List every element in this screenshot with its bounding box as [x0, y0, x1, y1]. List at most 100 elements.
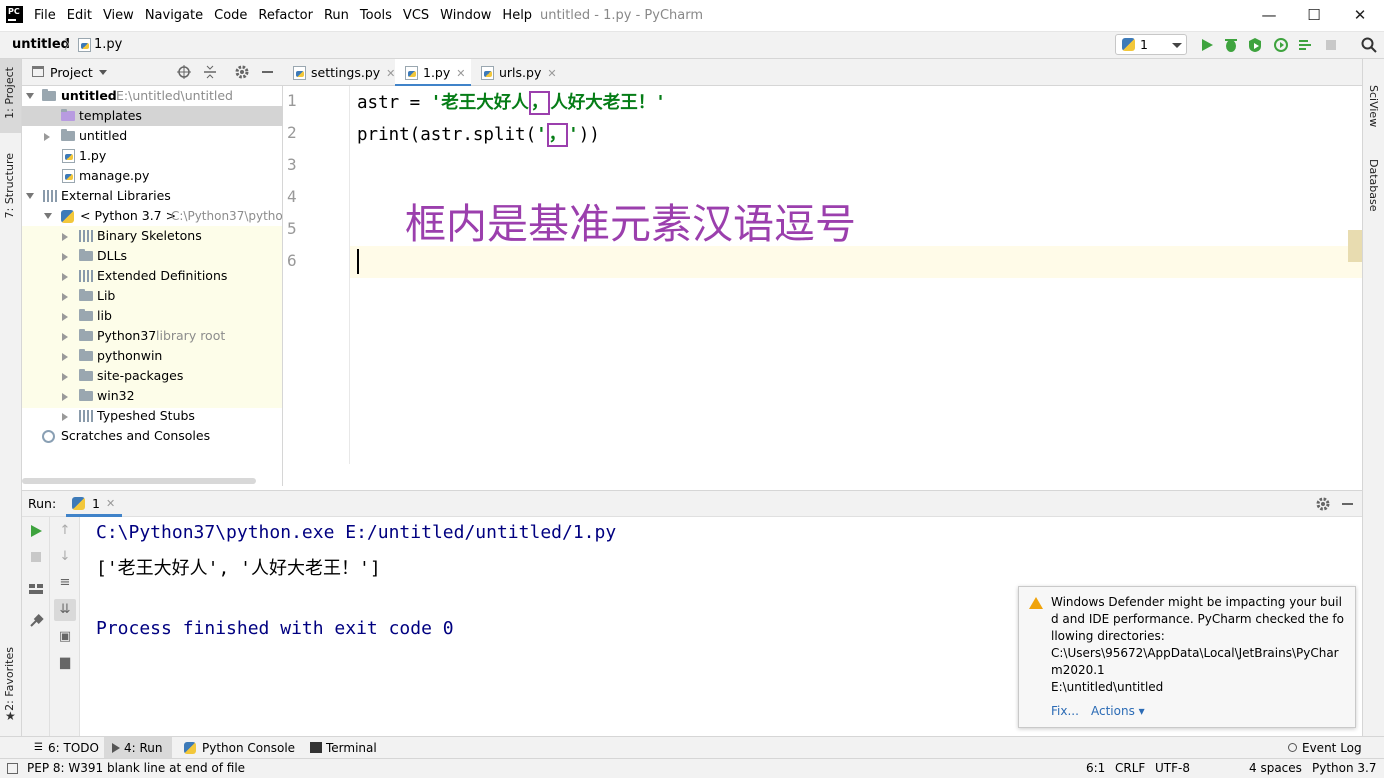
- menu-run[interactable]: Run: [324, 0, 349, 32]
- editor-gutter: 1 2 3 4 5 6: [283, 86, 350, 464]
- tree-item-pythonwin[interactable]: pythonwin: [22, 346, 283, 366]
- tree-item-python37-sdk[interactable]: < Python 3.7 > C:\Python37\python: [22, 206, 290, 226]
- status-message[interactable]: PEP 8: W391 blank line at end of file: [27, 759, 245, 778]
- tree-item-untitled[interactable]: untitled: [22, 126, 283, 146]
- hide-panel-icon[interactable]: [1342, 503, 1353, 505]
- profile-icon[interactable]: [1272, 36, 1290, 54]
- run-configuration-select[interactable]: 1: [1115, 34, 1187, 55]
- menu-vcs[interactable]: VCS: [403, 0, 429, 32]
- close-icon[interactable]: ✕: [547, 67, 556, 80]
- console-line: Process finished with exit code 0: [96, 618, 454, 639]
- python-file-icon: [78, 38, 91, 52]
- tool-tab-structure[interactable]: 7: Structure: [3, 153, 16, 218]
- menu-edit[interactable]: Edit: [67, 0, 92, 32]
- tool-tab-favorites[interactable]: 2: Favorites: [3, 647, 16, 711]
- pin-icon[interactable]: [28, 613, 44, 629]
- fix-link[interactable]: Fix...: [1051, 704, 1079, 718]
- status-indent[interactable]: 4 spaces: [1249, 759, 1302, 778]
- tree-item-binary-skeletons[interactable]: Binary Skeletons: [22, 226, 283, 246]
- debug-icon[interactable]: [1222, 36, 1240, 54]
- run-icon[interactable]: [1198, 36, 1216, 54]
- collapse-all-icon[interactable]: [202, 64, 218, 80]
- arrow-down-icon[interactable]: ↓: [57, 549, 73, 565]
- tab-settings-py[interactable]: settings.py ✕: [283, 59, 395, 86]
- tool-tab-database[interactable]: Database: [1367, 159, 1380, 212]
- gear-icon[interactable]: [1315, 496, 1331, 512]
- close-icon[interactable]: ✕: [106, 491, 115, 516]
- tree-item-manage-py[interactable]: manage.py: [22, 166, 283, 186]
- tree-item-lib-lower[interactable]: lib: [22, 306, 283, 326]
- run-with-coverage-icon[interactable]: [1246, 36, 1264, 54]
- tool-tab-run[interactable]: 4: Run: [104, 737, 172, 759]
- tool-tab-terminal[interactable]: Terminal: [306, 737, 386, 759]
- tree-item-win32[interactable]: win32: [22, 386, 283, 406]
- tool-tab-project[interactable]: 1: Project: [3, 67, 16, 119]
- scroll-to-end-toggle[interactable]: ⇊: [54, 599, 76, 621]
- editor-scroll-marker[interactable]: [1348, 230, 1362, 262]
- tree-item-1py[interactable]: 1.py: [22, 146, 283, 166]
- status-caret-position[interactable]: 6:1: [1086, 759, 1105, 778]
- tree-item-templates[interactable]: templates: [22, 106, 283, 126]
- soft-wrap-icon[interactable]: ≡: [57, 575, 73, 591]
- python-icon: [72, 497, 85, 510]
- line-number: 6: [287, 251, 297, 270]
- layout-icon[interactable]: [28, 581, 44, 597]
- tree-item-untitled-root[interactable]: untitled E:\untitled\untitled: [22, 86, 283, 106]
- menu-help[interactable]: Help: [502, 0, 532, 32]
- tool-tab-sciview[interactable]: SciView: [1367, 85, 1380, 127]
- notification-text: Windows Defender might be impacting your…: [1051, 595, 1344, 694]
- tree-item-extended-definitions[interactable]: Extended Definitions: [22, 266, 283, 286]
- tree-item-external-libraries[interactable]: External Libraries: [22, 186, 283, 206]
- chevron-down-icon[interactable]: [99, 70, 107, 75]
- concurrency-icon[interactable]: [1297, 36, 1315, 54]
- close-window-button[interactable]: ✕: [1337, 0, 1383, 31]
- status-line-separator[interactable]: CRLF: [1115, 759, 1145, 778]
- actions-link[interactable]: Actions ▾: [1091, 704, 1145, 718]
- project-panel-title[interactable]: Project: [50, 59, 93, 86]
- tree-item-site-packages[interactable]: site-packages: [22, 366, 283, 386]
- horizontal-scrollbar[interactable]: [22, 478, 256, 484]
- status-interpreter[interactable]: Python 3.7: [1312, 759, 1377, 778]
- tree-item-scratches[interactable]: Scratches and Consoles: [22, 426, 283, 446]
- locate-icon[interactable]: [176, 64, 192, 80]
- menu-code[interactable]: Code: [214, 0, 247, 32]
- search-icon[interactable]: [1360, 36, 1378, 54]
- menu-tools[interactable]: Tools: [360, 0, 392, 32]
- menu-window[interactable]: Window: [440, 0, 491, 32]
- tool-tab-python-console[interactable]: Python Console: [180, 737, 298, 759]
- rerun-icon[interactable]: [28, 523, 44, 539]
- minimize-button[interactable]: —: [1246, 0, 1292, 31]
- tree-item-python37-root[interactable]: Python37 library root: [22, 326, 283, 346]
- menu-refactor[interactable]: Refactor: [258, 0, 313, 32]
- terminal-icon: [310, 742, 322, 753]
- tab-1-py[interactable]: 1.py ✕: [395, 59, 471, 87]
- breadcrumb-project[interactable]: untitled: [12, 32, 70, 57]
- status-encoding[interactable]: UTF-8: [1155, 759, 1190, 778]
- gear-icon[interactable]: [234, 64, 250, 80]
- menu-navigate[interactable]: Navigate: [145, 0, 203, 32]
- run-tab-1[interactable]: 1 ✕: [66, 491, 122, 517]
- code-line-2[interactable]: print(astr.split('， ')): [357, 121, 600, 147]
- line-number: 2: [287, 123, 297, 142]
- close-icon[interactable]: ✕: [386, 67, 395, 80]
- menu-view[interactable]: View: [103, 0, 134, 32]
- tree-item-lib-upper[interactable]: Lib: [22, 286, 283, 306]
- tree-item-typeshed-stubs[interactable]: Typeshed Stubs: [22, 406, 283, 426]
- trash-icon[interactable]: ▆: [57, 655, 73, 671]
- menu-file[interactable]: File: [34, 0, 56, 32]
- breadcrumb-file[interactable]: 1.py: [94, 32, 122, 57]
- stop-icon[interactable]: [1322, 36, 1340, 54]
- stop-icon[interactable]: [28, 549, 44, 565]
- code-line-1[interactable]: astr = '老王大好人，人好大老王！': [357, 89, 666, 115]
- tool-tab-event-log[interactable]: Event Log: [1282, 737, 1362, 759]
- arrow-up-icon[interactable]: ↑: [57, 523, 73, 539]
- hide-panel-icon[interactable]: [262, 71, 273, 73]
- maximize-button[interactable]: ☐: [1291, 0, 1337, 31]
- tree-item-dlls[interactable]: DLLs: [22, 246, 283, 266]
- print-icon[interactable]: ▣: [57, 629, 73, 645]
- tab-urls-py[interactable]: urls.py ✕: [471, 59, 559, 86]
- python-icon: [1122, 38, 1135, 51]
- close-icon[interactable]: ✕: [456, 67, 465, 80]
- tool-tab-todo[interactable]: ☰ 6: TODO: [28, 737, 102, 759]
- toggle-tool-windows-icon[interactable]: [7, 763, 18, 774]
